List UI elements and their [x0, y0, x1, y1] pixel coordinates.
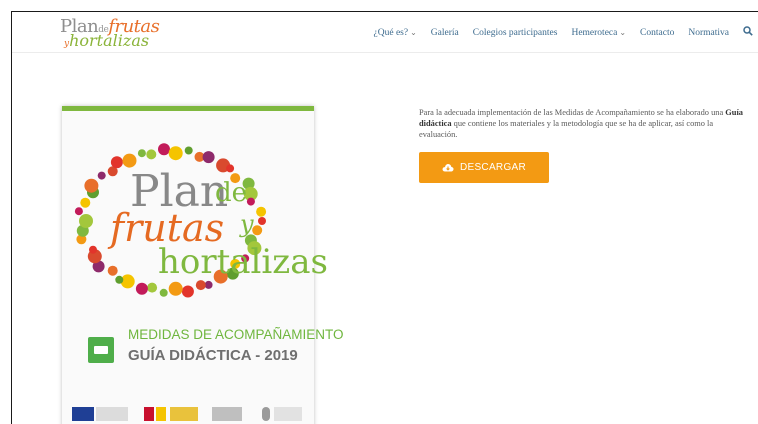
ministry-logo [170, 407, 198, 421]
fruit-dot [168, 146, 183, 161]
agency-logo [212, 407, 242, 421]
fruit-dot [202, 151, 215, 164]
logo-hortalizas: hortalizas [69, 31, 150, 50]
description-part: que contiene los materiales y la metodol… [419, 119, 714, 139]
nav-item-contacto[interactable]: Contacto [640, 28, 674, 38]
fruit-dot [107, 265, 118, 276]
cover-de: de [215, 178, 248, 208]
fruit-dot [168, 281, 183, 296]
fruit-dot [97, 171, 106, 180]
fruit-dot [80, 197, 91, 208]
cover-guia-text: GUÍA DIDÁCTICA - 2019 [128, 347, 298, 364]
nav-item-normativa[interactable]: Normativa [688, 28, 729, 38]
page: Plandefrutas yhortalizas ¿Qué es? ⌄ Galer… [11, 11, 758, 424]
nav-item-que-es[interactable]: ¿Qué es? ⌄ [374, 28, 417, 38]
chevron-down-icon: ⌄ [410, 27, 417, 37]
fruit-dot [158, 143, 170, 156]
fruit-dot [181, 285, 194, 298]
fruit-dot [258, 217, 266, 225]
fruit-dot [74, 207, 83, 216]
cover-hortalizas: hortalizas [158, 242, 328, 282]
nav-item-colegios[interactable]: Colegios participantes [473, 28, 558, 38]
description-text: Para la adecuada implementación de las M… [419, 107, 749, 140]
nav-item-hemeroteca[interactable]: Hemeroteca ⌄ [571, 28, 626, 38]
fruit-dot [115, 275, 124, 284]
nav-item-label: ¿Qué es? [373, 27, 409, 38]
spain-flag-logo [144, 407, 154, 421]
nav-item-label: Normativa [688, 27, 729, 38]
fruit-dot [184, 146, 193, 155]
eu-flag-logo [72, 407, 94, 421]
nav-item-label: Colegios participantes [472, 27, 558, 38]
main-nav: ¿Qué es? ⌄ Galería Colegios participantes… [360, 26, 753, 39]
fruit-dot [146, 149, 157, 160]
fruit-dot [137, 149, 146, 158]
eu-fund-logo [96, 407, 128, 421]
nav-item-label: Contacto [640, 27, 675, 38]
fruit-dot [84, 178, 99, 193]
fruit-dot [256, 206, 267, 217]
cover-medidas-text: MEDIDAS DE ACOMPAÑAMIENTO [128, 327, 344, 342]
fruit-dot [246, 197, 255, 206]
fruit-dot [204, 280, 213, 289]
cloud-download-icon [442, 164, 454, 172]
search-icon[interactable] [743, 26, 753, 39]
download-button-label: DESCARGAR [459, 162, 527, 173]
fruit-dot [159, 288, 168, 297]
fruit-dot [135, 282, 148, 295]
nav-item-label: Galería [430, 27, 459, 38]
description-part: Para la adecuada implementación de las M… [419, 108, 726, 117]
fruit-dot [79, 214, 93, 228]
nav-item-label: Hemeroteca [571, 27, 618, 38]
site-logo[interactable]: Plandefrutas yhortalizas [60, 16, 170, 50]
fruit-dot [147, 282, 158, 293]
guide-cover-image[interactable]: Plan de frutas y hortalizas MEDIDAS DE A… [62, 106, 344, 424]
region-crest-logo [262, 407, 270, 421]
nav-item-galeria[interactable]: Galería [431, 28, 459, 38]
download-button[interactable]: DESCARGAR [419, 152, 549, 183]
region-gov-logo [274, 407, 302, 421]
chevron-down-icon: ⌄ [619, 27, 627, 37]
cover-y: y [240, 210, 254, 238]
spain-crest-logo [156, 407, 166, 421]
fruit-dot [89, 245, 97, 254]
fruit-dot [110, 156, 123, 169]
site-header: Plandefrutas yhortalizas ¿Qué es? ⌄ Galer… [12, 12, 758, 53]
sponsor-logos [72, 407, 312, 423]
cover-badge-icon [88, 337, 114, 363]
